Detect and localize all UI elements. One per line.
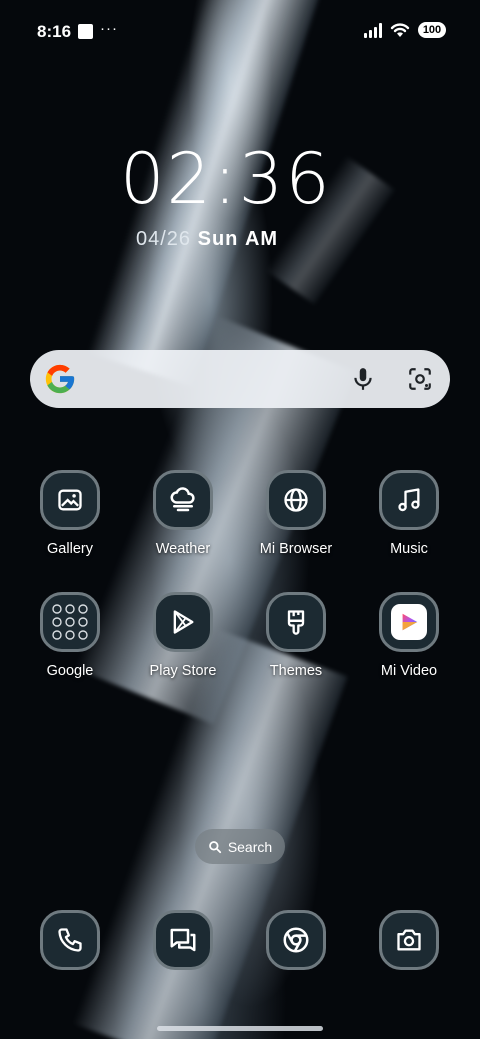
app-themes[interactable]: Themes (239, 592, 353, 679)
ampm-text: AM (244, 228, 279, 250)
search-label: Search (227, 838, 273, 855)
app-label: Play Store (149, 663, 217, 679)
music-note-icon (379, 470, 439, 530)
app-gallery[interactable]: Gallery (13, 470, 127, 557)
app-label: Weather (155, 541, 211, 557)
app-google-folder[interactable]: Google (13, 592, 127, 679)
app-weather[interactable]: Weather (126, 470, 240, 557)
signal-icon (364, 22, 382, 38)
more-notifications-icon: ··· (100, 20, 118, 37)
app-search-button[interactable]: Search (195, 829, 285, 864)
app-label: Music (390, 541, 428, 557)
search-icon (208, 840, 221, 853)
google-lens-icon[interactable] (407, 366, 433, 392)
app-label: Mi Browser (259, 541, 333, 557)
app-play-store[interactable]: Play Store (126, 592, 240, 679)
home-indicator[interactable] (157, 1026, 323, 1031)
app-label: Themes (269, 663, 323, 679)
mi-video-logo (391, 604, 427, 640)
app-label: Gallery (47, 541, 93, 557)
status-indicators: 100 (364, 22, 446, 38)
google-folder-icon (40, 592, 100, 652)
clock-widget[interactable]: 02:36 (120, 138, 332, 220)
notification-icon (78, 24, 93, 39)
brush-icon (266, 592, 326, 652)
play-store-icon (153, 592, 213, 652)
status-time: 8:16 (37, 22, 72, 41)
weekday-text: Sun (197, 228, 239, 250)
chrome-icon (266, 910, 326, 970)
wifi-icon (390, 23, 410, 37)
camera-icon (379, 910, 439, 970)
dock-chrome[interactable] (239, 910, 353, 970)
mi-video-icon (379, 592, 439, 652)
date-text: 04/26 (136, 228, 192, 250)
mic-icon[interactable] (350, 366, 376, 392)
google-search-bar[interactable] (30, 350, 450, 408)
clock-date[interactable]: 04/26 Sun AM (136, 228, 278, 251)
app-mi-video[interactable]: Mi Video (352, 592, 466, 679)
app-music[interactable]: Music (352, 470, 466, 557)
globe-icon (266, 470, 326, 530)
phone-icon (40, 910, 100, 970)
dock-phone[interactable] (13, 910, 127, 970)
app-label: Mi Video (380, 663, 438, 679)
battery-indicator: 100 (418, 22, 446, 38)
status-bar: 8:16 ··· 100 (0, 0, 480, 64)
dock-messages[interactable] (126, 910, 240, 970)
app-mi-browser[interactable]: Mi Browser (239, 470, 353, 557)
messages-icon (153, 910, 213, 970)
dock-camera[interactable] (352, 910, 466, 970)
weather-icon (153, 470, 213, 530)
clock-time: 02:36 (120, 138, 332, 220)
app-label: Google (46, 663, 94, 679)
google-logo-icon (45, 364, 75, 394)
gallery-icon (40, 470, 100, 530)
